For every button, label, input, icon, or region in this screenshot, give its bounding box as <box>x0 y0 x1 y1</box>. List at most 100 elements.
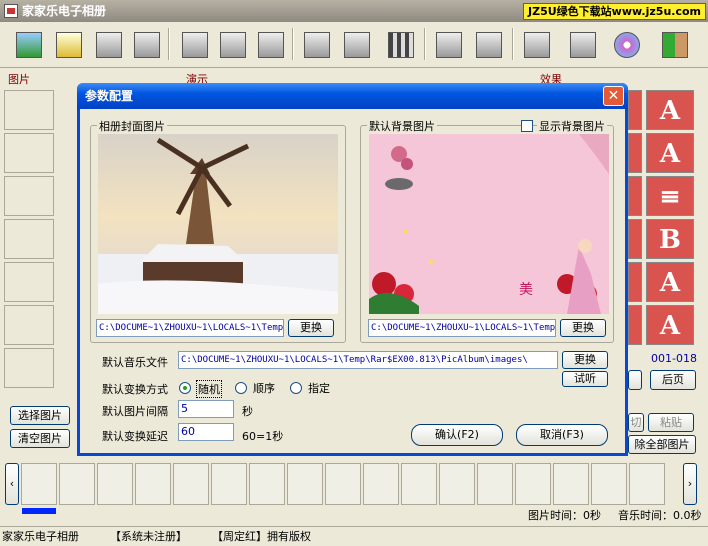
remove-all-pictures-button[interactable]: 除全部图片 <box>628 435 696 454</box>
delete-icon <box>258 32 284 58</box>
film-slot[interactable] <box>249 463 285 505</box>
film-scroll-left-button[interactable]: ‹ <box>5 463 19 505</box>
film-slot[interactable] <box>401 463 437 505</box>
delete-button[interactable] <box>252 26 288 62</box>
music-path-field[interactable]: C:\DOCUME~1\ZHOUXU~1\LOCALS~1\Temp\Rar$E… <box>178 351 558 369</box>
effect-cell-partial[interactable] <box>628 133 642 173</box>
film-slot[interactable] <box>553 463 589 505</box>
transition-delay-label: 默认变换延迟 <box>102 430 168 443</box>
image-interval-input[interactable]: 5 <box>178 400 234 418</box>
window-title: 家家乐电子相册 <box>22 4 107 18</box>
picture-slot[interactable] <box>4 90 54 130</box>
film-slot[interactable] <box>591 463 627 505</box>
cover-path-field[interactable]: C:\DOCUME~1\ZHOUXU~1\LOCALS~1\Temp <box>96 319 284 337</box>
music-icon <box>436 32 462 58</box>
effect-cell[interactable]: A <box>646 90 694 130</box>
dialog-title: 参数配置 <box>85 89 134 103</box>
effect-cell-partial[interactable] <box>628 90 642 130</box>
toolbar <box>0 22 708 68</box>
exit-button[interactable] <box>656 26 692 62</box>
search-button[interactable] <box>518 26 554 62</box>
film-slot[interactable] <box>97 463 133 505</box>
effect-cell[interactable]: A <box>646 262 694 302</box>
show-background-checkbox[interactable] <box>521 120 533 132</box>
effect-cell-partial[interactable] <box>628 219 642 259</box>
dialog-close-button[interactable]: ✕ <box>603 86 624 106</box>
cut-button-partial[interactable]: 切 <box>628 413 644 432</box>
effect-cell[interactable]: A <box>646 133 694 173</box>
mode-sequence-radio[interactable] <box>235 382 247 394</box>
cd-icon <box>614 32 640 58</box>
save-button[interactable] <box>90 26 126 62</box>
film-slot[interactable] <box>135 463 171 505</box>
status-copyright: 【周定红】拥有版权 <box>212 530 311 543</box>
status-registration: 【系统未注册】 <box>110 530 187 543</box>
files-button[interactable] <box>214 26 250 62</box>
cancel-button[interactable]: 取消(F3) <box>516 424 608 446</box>
camera-icon <box>476 32 502 58</box>
film-slot[interactable] <box>363 463 399 505</box>
print-button[interactable] <box>338 26 374 62</box>
picture-slot[interactable] <box>4 176 54 216</box>
film-scroll-right-button[interactable]: › <box>683 463 697 505</box>
film-slot[interactable] <box>629 463 665 505</box>
document-icon <box>182 32 208 58</box>
status-app-name: 家家乐电子相册 <box>2 530 79 543</box>
listen-music-button[interactable]: 试听 <box>562 371 608 387</box>
effects-page-range: 001-018 <box>651 352 697 365</box>
film-slot[interactable] <box>211 463 247 505</box>
edit-image-button[interactable] <box>298 26 334 62</box>
picture-slot[interactable] <box>4 133 54 173</box>
paste-button[interactable]: 粘贴 <box>648 413 694 432</box>
music-button[interactable] <box>430 26 466 62</box>
mode-specified-radio[interactable] <box>290 382 302 394</box>
pictures-section-label: 图片 <box>8 73 30 86</box>
prev-page-button-partial[interactable] <box>628 370 642 390</box>
exit-icon <box>662 32 688 58</box>
select-picture-button[interactable]: 选择图片 <box>10 406 70 425</box>
camera-button[interactable] <box>470 26 506 62</box>
effect-cell[interactable]: A <box>646 305 694 345</box>
film-slot[interactable] <box>59 463 95 505</box>
effect-cell-partial[interactable] <box>628 305 642 345</box>
cd-button[interactable] <box>608 26 644 62</box>
mode-random-radio[interactable] <box>179 382 191 394</box>
open-folder-button[interactable] <box>50 26 86 62</box>
image-interval-label: 默认图片间隔 <box>102 405 168 418</box>
background-group-label: 默认背景图片 <box>367 118 437 134</box>
film-slot[interactable] <box>325 463 361 505</box>
watermark-badge: JZ5U绿色下载站www.jz5u.com <box>523 3 706 20</box>
toolbar-separator <box>168 28 170 60</box>
copy-button[interactable] <box>128 26 164 62</box>
next-page-button[interactable]: 后页 <box>650 370 696 390</box>
effect-cell[interactable]: B <box>646 219 694 259</box>
picture-slot[interactable] <box>4 262 54 302</box>
clear-pictures-button[interactable]: 清空图片 <box>10 429 70 448</box>
film-slot[interactable] <box>477 463 513 505</box>
picture-slot[interactable] <box>4 348 54 388</box>
image-interval-unit: 秒 <box>242 405 253 418</box>
picture-slot[interactable] <box>4 219 54 259</box>
film-slot[interactable] <box>439 463 475 505</box>
effect-cell-partial[interactable] <box>628 176 642 216</box>
effect-cell[interactable]: ≡ <box>646 176 694 216</box>
mode-sequence-label: 顺序 <box>253 382 275 395</box>
effect-cell-partial[interactable] <box>628 262 642 302</box>
film-slot[interactable] <box>21 463 57 505</box>
change-cover-button[interactable]: 更换 <box>288 319 334 337</box>
dialog-title-bar: 参数配置 ✕ <box>77 83 628 109</box>
document-button[interactable] <box>176 26 212 62</box>
film-slot[interactable] <box>287 463 323 505</box>
open-photo-button[interactable] <box>10 26 46 62</box>
filmstrip-button[interactable] <box>382 26 418 62</box>
film-slot[interactable] <box>173 463 209 505</box>
picture-slot[interactable] <box>4 305 54 345</box>
film-slot[interactable] <box>515 463 551 505</box>
copy-icon <box>134 32 160 58</box>
transition-delay-input[interactable]: 60 <box>178 423 234 441</box>
change-music-button[interactable]: 更换 <box>562 351 608 369</box>
background-path-field[interactable]: C:\DOCUME~1\ZHOUXU~1\LOCALS~1\Temp <box>368 319 556 337</box>
ok-button[interactable]: 确认(F2) <box>411 424 503 446</box>
tools-button[interactable] <box>564 26 600 62</box>
change-background-button[interactable]: 更换 <box>560 319 606 337</box>
